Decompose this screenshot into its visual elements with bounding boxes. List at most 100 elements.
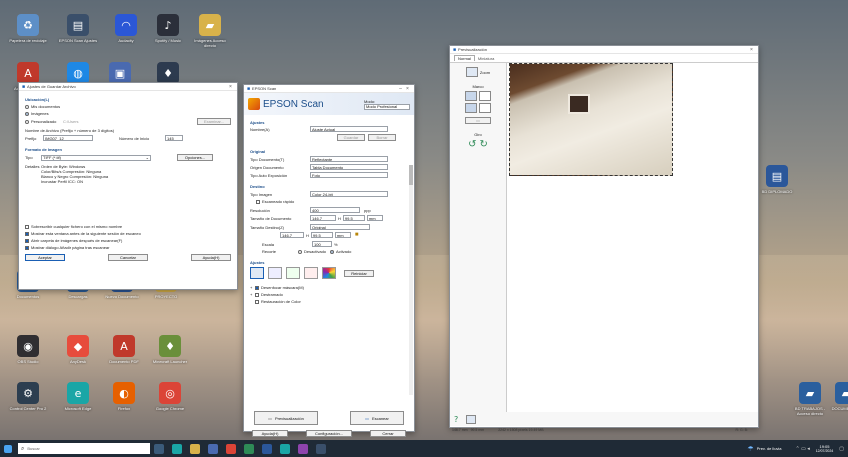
frame-count-button[interactable]: ▭ bbox=[465, 117, 491, 124]
checkbox-icon[interactable] bbox=[25, 245, 29, 250]
file-explorer-icon[interactable] bbox=[190, 443, 200, 454]
checkbox-icon[interactable] bbox=[255, 285, 259, 290]
weather-icon[interactable]: ☂ bbox=[747, 445, 753, 453]
browse-button[interactable]: Examinar... bbox=[197, 118, 231, 125]
desktop-icon[interactable]: ▰ DOCUMENTOS bbox=[826, 382, 848, 411]
cancel-button[interactable]: Cancelar bbox=[108, 254, 148, 261]
scan-button[interactable]: ▭ Escanear bbox=[350, 411, 404, 425]
image-adjust-icon[interactable] bbox=[286, 267, 300, 279]
tab-normal[interactable]: Normal bbox=[454, 55, 475, 61]
configuration-button[interactable]: Configuración... bbox=[306, 430, 352, 437]
preview-canvas[interactable] bbox=[506, 63, 758, 412]
app-icon[interactable] bbox=[262, 443, 272, 454]
preview-button[interactable]: ▭ Previsualización bbox=[254, 411, 318, 425]
desktop-icon[interactable]: ▰ Imágenes Acceso directo bbox=[190, 14, 230, 48]
app-icon[interactable] bbox=[280, 443, 290, 454]
help-button[interactable]: Ayuda(H) bbox=[252, 430, 288, 437]
check-overwrite[interactable]: Sobrescribir cualquier fichero con el mi… bbox=[25, 224, 231, 229]
histogram-icon[interactable] bbox=[250, 267, 264, 279]
delete-frame-icon[interactable] bbox=[479, 103, 491, 113]
format-select[interactable]: TIFF (*.tif) ⌄ bbox=[41, 154, 151, 161]
chrome-icon[interactable] bbox=[226, 443, 236, 454]
target-height-field[interactable]: 99.5 bbox=[310, 232, 333, 238]
start-icon[interactable] bbox=[4, 444, 12, 453]
doc-source-select[interactable]: Tabla Documento bbox=[310, 164, 388, 170]
quick-scan-check[interactable]: Escaneado rápido bbox=[250, 199, 408, 204]
epson-scan-taskbar-icon[interactable] bbox=[316, 443, 326, 454]
help-icon[interactable]: ? bbox=[454, 415, 458, 424]
desktop-icon[interactable]: ◐ Firefox bbox=[104, 382, 144, 411]
doc-unit-select[interactable]: mm bbox=[366, 215, 383, 221]
desktop-icon[interactable]: ▤ BD DIPLOMADO bbox=[757, 165, 797, 194]
task-view-icon[interactable] bbox=[154, 443, 164, 454]
location-option-images[interactable]: Imágenes bbox=[25, 111, 231, 116]
location-option-mydocs[interactable]: Mis documentos bbox=[25, 104, 231, 109]
checkbox-icon[interactable] bbox=[25, 224, 29, 229]
lock-icon[interactable]: ■ bbox=[355, 232, 359, 238]
auto-locate-icon[interactable] bbox=[465, 91, 477, 101]
location-option-custom[interactable]: Personalizado C:\Users Examinar... bbox=[25, 118, 231, 125]
color-restore-check[interactable]: Restauración de Color bbox=[250, 299, 408, 304]
name-select[interactable]: Ajuste Actual bbox=[310, 126, 388, 132]
desktop-icon[interactable]: ▰ BD TRABAJOS - Acceso directo bbox=[790, 382, 830, 416]
checkbox-icon[interactable] bbox=[255, 292, 259, 297]
close-icon[interactable]: × bbox=[404, 86, 411, 92]
checkbox-icon[interactable] bbox=[25, 238, 29, 243]
help-button[interactable]: Ayuda(H) bbox=[191, 254, 231, 261]
unsharp-check[interactable]: + Desenfocar máscara(M) bbox=[250, 285, 408, 290]
search-box[interactable]: ⌕ Buscar bbox=[18, 443, 150, 454]
desktop-icon[interactable]: ◠ Audacity bbox=[106, 14, 146, 43]
check-show-dialog[interactable]: Mostrar esta ventana antes de la siguien… bbox=[25, 231, 231, 236]
app-icon[interactable] bbox=[298, 443, 308, 454]
options-button[interactable]: Opciones... bbox=[177, 154, 213, 161]
app-icon[interactable] bbox=[244, 443, 254, 454]
radio-icon[interactable] bbox=[25, 119, 29, 124]
close-icon[interactable]: × bbox=[748, 47, 755, 53]
thumbnail-icon[interactable] bbox=[466, 414, 477, 424]
tone-correction-icon[interactable] bbox=[268, 267, 282, 279]
desktop-icon[interactable]: ♦ Minecraft Launcher bbox=[150, 335, 190, 364]
accept-button[interactable]: Aceptar bbox=[25, 254, 65, 261]
target-unit-select[interactable]: mm bbox=[334, 232, 351, 238]
radio-icon[interactable] bbox=[25, 104, 29, 109]
rotate-left-icon[interactable]: ↺ bbox=[468, 139, 476, 150]
start-number-input[interactable]: 145 bbox=[165, 135, 183, 141]
scrollbar[interactable] bbox=[409, 165, 413, 395]
checkbox-icon[interactable] bbox=[255, 299, 259, 304]
delete-button[interactable]: Borrar bbox=[368, 134, 396, 141]
tab-thumbnail[interactable]: Miniatura bbox=[475, 56, 497, 61]
target-width-field[interactable]: 146.7 bbox=[280, 232, 304, 238]
desktop-icon[interactable]: A Documento PDF bbox=[104, 335, 144, 364]
scale-field[interactable]: 100 bbox=[312, 241, 332, 247]
rotate-right-icon[interactable]: ↻ bbox=[480, 139, 488, 150]
check-add-page[interactable]: Mostrar diálogo Añadir página tras escan… bbox=[25, 245, 231, 250]
desktop-icon[interactable]: ♻ Papelera de reciclaje bbox=[8, 14, 48, 43]
tray-icons[interactable]: ⌃ ▭ ◂ bbox=[796, 446, 810, 452]
image-type-select[interactable]: Color 24-bit bbox=[310, 191, 388, 197]
prefix-input[interactable]: IMG07_12 bbox=[43, 135, 93, 141]
radio-icon[interactable] bbox=[25, 111, 29, 116]
radio-icon[interactable] bbox=[330, 249, 335, 254]
target-size-select[interactable]: Original bbox=[310, 224, 370, 230]
store-icon[interactable] bbox=[208, 443, 218, 454]
close-icon[interactable]: × bbox=[227, 84, 234, 90]
resolution-select[interactable]: 400 bbox=[310, 207, 360, 213]
color-wheel-icon[interactable] bbox=[322, 267, 336, 279]
minimize-icon[interactable]: – bbox=[397, 86, 404, 92]
color-palette-icon[interactable] bbox=[304, 267, 318, 279]
desktop-icon[interactable]: ▤ EPSON Scan Ajustes bbox=[58, 14, 98, 43]
copy-frame-icon[interactable] bbox=[479, 91, 491, 101]
doc-width-field[interactable]: 146.7 bbox=[310, 215, 336, 221]
zoom-button[interactable]: Zoom bbox=[465, 67, 490, 77]
desktop-icon[interactable]: ◎ Google Chrome bbox=[150, 382, 190, 411]
desktop-icon[interactable]: ◆ AnyDesk bbox=[58, 335, 98, 364]
desktop-icon[interactable]: ⚙ Control Center Pro 2 bbox=[8, 382, 48, 411]
auto-exposure-select[interactable]: Foto bbox=[310, 172, 388, 178]
desktop-icon[interactable]: e Microsoft Edge bbox=[58, 382, 98, 411]
mode-select[interactable]: Modo Profesional bbox=[364, 103, 410, 110]
marquee-icon[interactable] bbox=[465, 103, 477, 113]
check-open-folder[interactable]: Abrir carpeta de imágenes después de esc… bbox=[25, 238, 231, 243]
edge-icon[interactable] bbox=[172, 443, 182, 454]
close-button[interactable]: Cerrar bbox=[370, 430, 406, 437]
radio-icon[interactable] bbox=[298, 249, 302, 254]
